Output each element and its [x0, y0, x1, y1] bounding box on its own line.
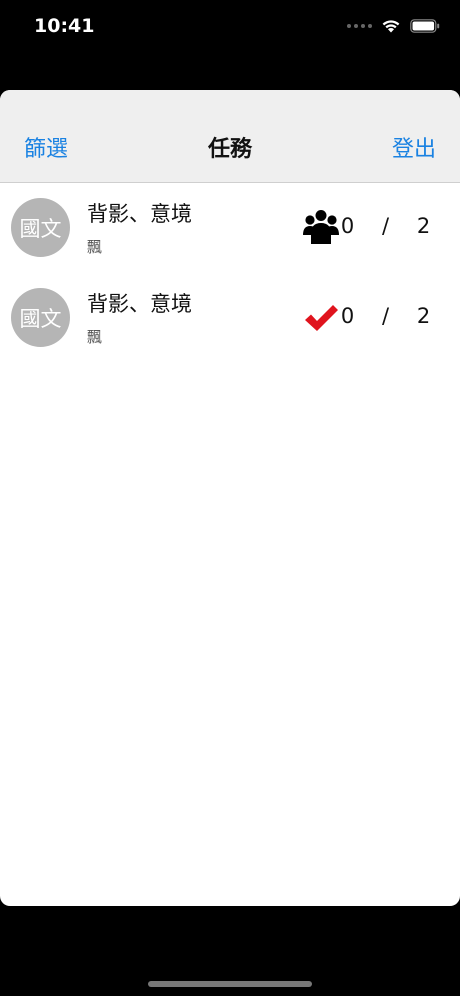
subject-avatar: 國文 [11, 288, 70, 347]
total-count: 2 [416, 304, 432, 328]
home-indicator[interactable] [148, 981, 312, 987]
logout-button[interactable]: 登出 [392, 136, 436, 164]
task-title: 背影、意境 [87, 292, 192, 316]
task-row-2[interactable]: 國文 背影、意境 飄 0 / 2 [0, 273, 460, 363]
task-subtitle: 飄 [87, 238, 103, 256]
task-subtitle: 飄 [87, 328, 103, 346]
total-count: 2 [416, 214, 432, 238]
status-time: 10:41 [34, 15, 95, 37]
status-icons [347, 18, 440, 33]
battery-icon [410, 18, 440, 33]
wifi-icon [382, 20, 400, 33]
navigation-bar: 篩選 任務 登出 [0, 90, 460, 183]
group-icon [303, 210, 339, 244]
checkmark-icon [305, 305, 338, 331]
task-list: 國文 背影、意境 飄 0 / 2 國文 背影、意境 飄 0 / 2 [0, 183, 460, 363]
count-separator: / [381, 304, 391, 328]
completed-count: 0 [340, 214, 356, 238]
task-row-1[interactable]: 國文 背影、意境 飄 0 / 2 [0, 183, 460, 273]
completed-count: 0 [340, 304, 356, 328]
task-progress: 0 / 2 [338, 213, 434, 239]
count-separator: / [381, 214, 391, 238]
filter-button[interactable]: 篩選 [24, 136, 68, 164]
modal-sheet: 篩選 任務 登出 國文 背影、意境 飄 0 / 2 國文 背影、意境 飄 0 /… [0, 90, 460, 906]
cellular-signal-icon [347, 23, 372, 28]
task-progress: 0 / 2 [338, 303, 434, 329]
subject-avatar: 國文 [11, 198, 70, 257]
status-bar: 10:41 [0, 0, 460, 56]
task-title: 背影、意境 [87, 202, 192, 226]
screen: 10:41 篩選 任務 登出 國文 背影、意境 飄 0 / 2 國文 背影、意境… [0, 0, 460, 996]
